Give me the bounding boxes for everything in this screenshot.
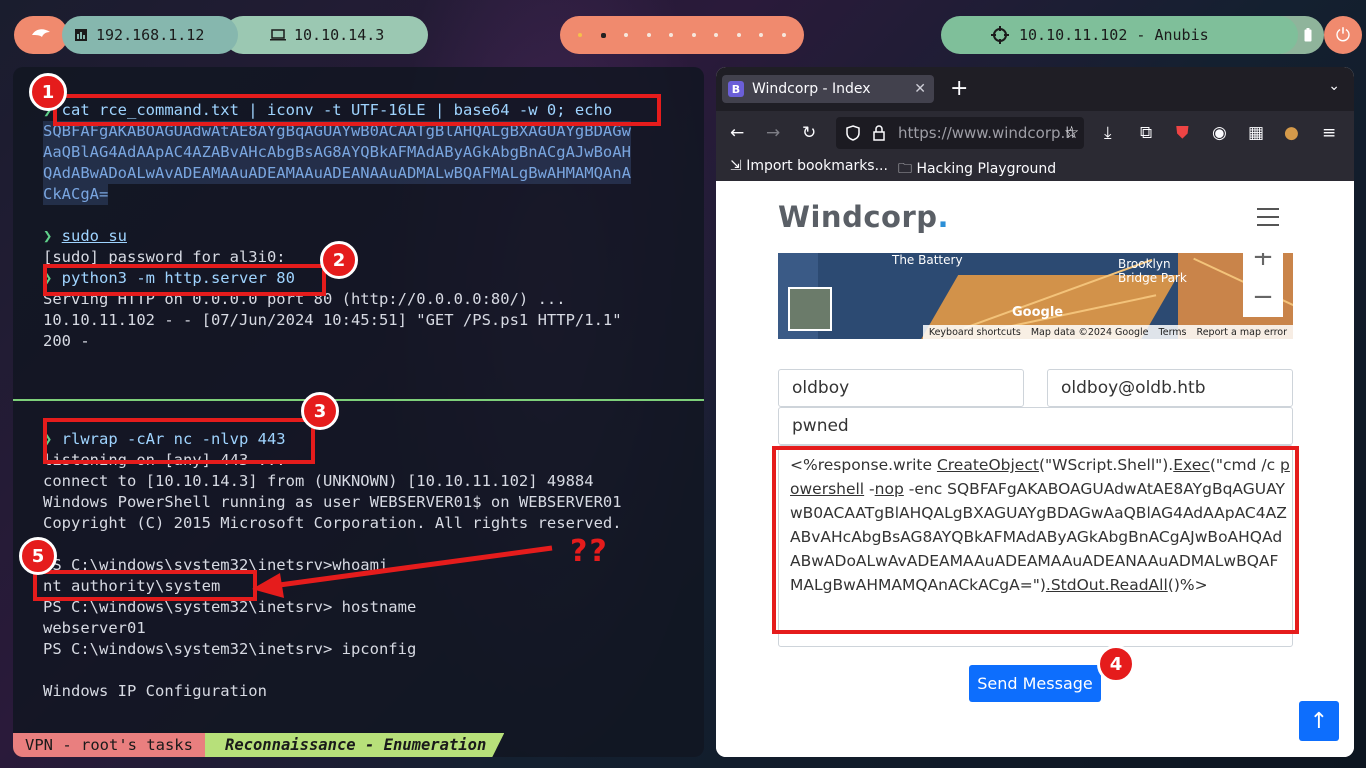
question-marks: ?? — [570, 534, 609, 569]
hacktools-icon[interactable]: ◉ — [1212, 123, 1227, 143]
map-label: The Battery — [892, 253, 963, 267]
menu-icon[interactable]: ≡ — [1322, 123, 1336, 143]
close-tab-icon[interactable]: ✕ — [914, 81, 926, 97]
nav-toolbar: ← → ↻ https://www.windcorp.h ☆ ⤓ ⧉ ⛊ ◉ ▦… — [716, 111, 1354, 155]
map-footer: Keyboard shortcuts Map data ©2024 Google… — [922, 325, 1293, 339]
google-logo: Google — [1012, 305, 1064, 320]
step-badge-4: 4 — [1097, 645, 1135, 683]
scroll-to-top-button[interactable]: ↑ — [1299, 701, 1339, 741]
qr-code-icon[interactable]: ▦ — [1248, 123, 1264, 143]
map-label: Brooklyn Bridge Park — [1118, 257, 1187, 285]
bookmarks-bar: ⇲ Import bookmarks... 🗀 Hacking Playgrou… — [716, 155, 1354, 181]
bookmark-folder[interactable]: 🗀 Hacking Playground — [898, 158, 1056, 182]
map-link[interactable]: Keyboard shortcuts — [929, 327, 1021, 338]
hamburger-menu-icon[interactable] — [1257, 208, 1279, 232]
email-field[interactable]: oldboy@oldb.htb — [1047, 369, 1293, 407]
satellite-toggle[interactable] — [788, 287, 832, 331]
step-badge-5: 5 — [19, 537, 57, 575]
bookmark-import[interactable]: ⇲ Import bookmarks... — [730, 158, 888, 174]
url-bar[interactable]: https://www.windcorp.h — [836, 117, 1084, 149]
site-logo[interactable]: Windcorp. — [778, 200, 949, 234]
downloads-icon[interactable]: ⤓ — [1104, 123, 1112, 143]
step-badge-2: 2 — [320, 241, 358, 279]
reload-icon[interactable]: ↻ — [802, 123, 816, 143]
zoom-in-button[interactable]: + — [1243, 253, 1283, 277]
tab-title: Windcorp - Index — [752, 81, 871, 97]
ublock-icon[interactable]: ⛊ — [1176, 123, 1189, 143]
map-link[interactable]: Report a map error — [1197, 327, 1287, 338]
name-field[interactable]: oldboy — [778, 369, 1024, 407]
arrow-up-icon: ↑ — [1309, 708, 1329, 734]
tab-bar: B Windcorp - Index ✕ + ⌄ — [716, 67, 1354, 111]
back-icon[interactable]: ← — [730, 123, 744, 143]
tab-windcorp[interactable]: B Windcorp - Index ✕ — [722, 75, 934, 103]
favicon-icon: B — [728, 81, 744, 97]
highlight-box — [772, 446, 1299, 634]
new-tab-icon[interactable]: + — [950, 76, 968, 101]
embedded-map[interactable]: The Battery Brooklyn Bridge Park Google … — [778, 253, 1293, 339]
lock-icon[interactable] — [872, 125, 886, 141]
zoom-out-button[interactable]: − — [1243, 277, 1283, 317]
map-link: Map data ©2024 Google — [1030, 326, 1149, 338]
chevron-down-icon[interactable]: ⌄ — [1328, 78, 1340, 94]
map-link[interactable]: Terms — [1159, 327, 1187, 338]
forward-icon[interactable]: → — [766, 123, 780, 143]
step-badge-3: 3 — [301, 392, 339, 430]
bookmark-star-icon[interactable]: ☆ — [1064, 123, 1079, 143]
shield-icon[interactable] — [846, 125, 860, 141]
extensions-icon[interactable]: ⧉ — [1140, 123, 1152, 143]
browser-window[interactable]: B Windcorp - Index ✕ + ⌄ ← → ↻ https://w… — [716, 67, 1354, 757]
cookie-icon[interactable]: ● — [1284, 123, 1299, 143]
subject-field[interactable]: pwned — [778, 407, 1293, 445]
step-badge-1: 1 — [29, 73, 67, 111]
send-message-button[interactable]: Send Message — [969, 665, 1101, 702]
url-text: https://www.windcorp.h — [898, 124, 1075, 142]
